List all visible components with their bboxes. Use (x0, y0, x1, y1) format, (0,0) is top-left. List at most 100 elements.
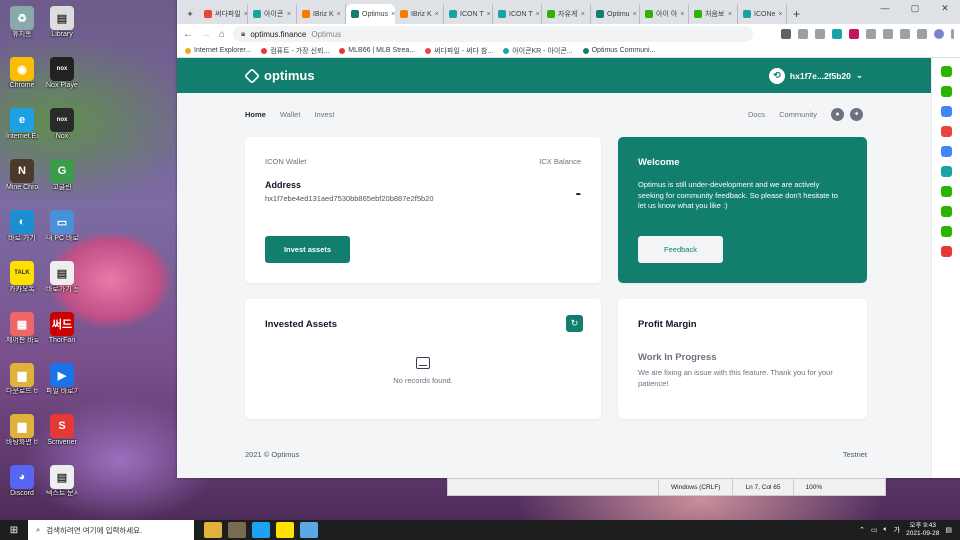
profile-icon[interactable] (934, 29, 944, 39)
tab-close-icon[interactable]: × (487, 11, 491, 18)
side-app-icon[interactable] (940, 246, 952, 257)
side-app-icon[interactable] (940, 66, 952, 77)
desktop-shortcut[interactable]: ▤ 텍스트 문서 (46, 465, 78, 498)
taskbar-search[interactable]: ⌕ 검색하려면 여기에 입력하세요. (28, 520, 194, 540)
desktop-shortcut[interactable]: S Scrivener (46, 414, 78, 447)
tray-chevron-icon[interactable]: ⌃ (859, 526, 865, 534)
extension-icon[interactable] (832, 29, 842, 39)
browser-tab[interactable]: ICON T × (444, 4, 493, 24)
app-icon[interactable] (228, 522, 246, 538)
side-app-icon[interactable] (940, 146, 952, 157)
shield-icon[interactable] (798, 29, 808, 39)
browser-tab[interactable]: IBriz K × (395, 4, 444, 24)
browser-tab[interactable]: Optimu × (591, 4, 640, 24)
desktop-shortcut[interactable]: NMine Chronicles (6, 159, 38, 192)
reading-icon[interactable] (917, 29, 927, 39)
capture-icon[interactable] (883, 29, 893, 39)
nav-community[interactable]: Community (779, 110, 817, 119)
tab-close-icon[interactable]: × (536, 11, 540, 18)
bookmark-item[interactable]: 써다파일 - 써다 참... (425, 46, 493, 56)
file-explorer-icon[interactable] (204, 522, 222, 538)
camera-icon[interactable] (900, 29, 910, 39)
tab-close-icon[interactable]: × (287, 11, 291, 18)
flag-icon[interactable] (849, 29, 859, 39)
side-app-icon[interactable] (940, 226, 952, 237)
tab-close-icon[interactable]: × (581, 11, 585, 18)
reddit-icon[interactable]: ● (831, 107, 844, 121)
browser-tab[interactable]: 처음보 × (689, 4, 738, 24)
star-icon[interactable] (815, 29, 825, 39)
desktop-shortcut[interactable]: TALK 카카오톡 (6, 261, 38, 294)
desktop-shortcut[interactable]: ▆다운로드 바로가기 (6, 363, 38, 396)
nav-invest[interactable]: Invest (314, 110, 334, 119)
tab-close-icon[interactable]: × (435, 11, 439, 18)
bookmark-item[interactable]: 아이콘KR - 아이콘... (503, 46, 573, 56)
desktop-shortcut[interactable]: 써드 ThorFan (46, 312, 78, 345)
browser-tab[interactable]: IBriz K × (297, 4, 346, 24)
ime-icon[interactable]: 가 (894, 525, 900, 535)
desktop-shortcut[interactable]: nox Nox Player (46, 57, 78, 90)
browser-tab[interactable]: 써다파일 × (199, 4, 248, 24)
browser-tab[interactable]: ICON T × (493, 4, 542, 24)
side-app-icon[interactable] (940, 106, 952, 117)
clock[interactable]: 오후 9:43 2021-09-28 (906, 522, 939, 538)
browser-tab[interactable]: 아이콘 × (248, 4, 297, 24)
desktop-shortcut[interactable]: G 고클린 (46, 159, 78, 192)
close-window-button[interactable]: ✕ (930, 0, 960, 16)
home-icon[interactable]: ⌂ (219, 29, 225, 40)
browser-tab[interactable]: 아이 아 × (640, 4, 689, 24)
volume-icon[interactable]: 🔈︎ (883, 526, 887, 534)
desktop-shortcut[interactable]: nox Nox (46, 108, 78, 141)
desktop-shortcut[interactable]: ◕ Discord (6, 465, 38, 498)
app-icon[interactable] (300, 522, 318, 538)
tab-close-icon[interactable]: × (728, 11, 732, 18)
desktop-shortcut[interactable]: ◉ Chrome (6, 57, 38, 90)
menu-icon[interactable] (951, 29, 954, 39)
side-app-icon[interactable] (940, 206, 952, 217)
wallet-dropdown[interactable]: ⟲ hx1f7e...2f5b20 ⌄ (768, 67, 863, 84)
nav-wallet[interactable]: Wallet (280, 110, 301, 119)
browser-tab[interactable]: ICONe × (738, 4, 787, 24)
back-icon[interactable]: ← (183, 29, 193, 40)
network-icon[interactable]: ▭ (871, 526, 878, 534)
feedback-button[interactable]: Feedback (638, 236, 723, 263)
browser-tab[interactable]: Optimus × (346, 4, 395, 24)
desktop-shortcut[interactable]: ▶파일 바로가기 (46, 363, 78, 396)
minimize-button[interactable]: — (870, 0, 900, 16)
bookmark-item[interactable]: Optimus Communi... (582, 47, 655, 54)
desktop-shortcut[interactable]: eInternet Explorer (6, 108, 38, 141)
tab-close-icon[interactable]: × (680, 11, 684, 18)
nav-home[interactable]: Home (245, 110, 266, 119)
side-app-icon[interactable] (940, 86, 952, 97)
refresh-icon[interactable]: ↻ (566, 315, 583, 332)
desktop-shortcut[interactable]: ♻ 휴지통 (6, 6, 38, 39)
windows-start-icon[interactable]: ⊞ (0, 525, 28, 536)
tab-close-icon[interactable]: × (337, 11, 341, 18)
side-app-icon[interactable] (940, 126, 952, 137)
desktop-shortcut[interactable]: ◐ 바로 가기 (6, 210, 38, 243)
desktop-shortcut[interactable]: ▤바로가기 문서 (46, 261, 78, 294)
bookmark-item[interactable]: 컴퓨트 - 가장 신뢰... (261, 46, 329, 56)
desktop-shortcut[interactable]: ▆바탕화면 바로가기 (6, 414, 38, 447)
tab-close-icon[interactable]: × (633, 11, 637, 18)
twitter-app-icon[interactable] (252, 522, 270, 538)
twitter-icon[interactable]: ✦ (850, 107, 863, 121)
address-bar[interactable]: 🔒︎ optimus.finance Optimus (233, 26, 754, 42)
nav-docs[interactable]: Docs (748, 110, 765, 119)
invest-assets-button[interactable]: Invest assets (265, 236, 350, 263)
browser-tab[interactable]: 자유게 × (542, 4, 591, 24)
desktop-shortcut[interactable]: ▤ Library (46, 6, 78, 39)
side-app-icon[interactable] (940, 186, 952, 197)
desktop-shortcut[interactable]: ▭내 PC 바로가기 (46, 210, 78, 243)
bookmark-item[interactable]: MLB66 | MLB Strea... (339, 47, 415, 54)
kakaotalk-icon[interactable] (276, 522, 294, 538)
maximize-button[interactable]: ▢ (900, 0, 930, 16)
sidebar-toggle-icon[interactable]: ✦ (181, 4, 199, 24)
new-tab-button[interactable]: + (787, 4, 806, 24)
notification-icon[interactable]: ▤ (945, 526, 952, 534)
tab-close-icon[interactable]: × (778, 11, 782, 18)
bookmark-item[interactable]: Internet Explorer... (185, 47, 251, 54)
side-app-icon[interactable] (940, 166, 952, 177)
forward-icon[interactable]: → (201, 29, 211, 40)
optimus-logo[interactable]: optimus (244, 67, 315, 84)
